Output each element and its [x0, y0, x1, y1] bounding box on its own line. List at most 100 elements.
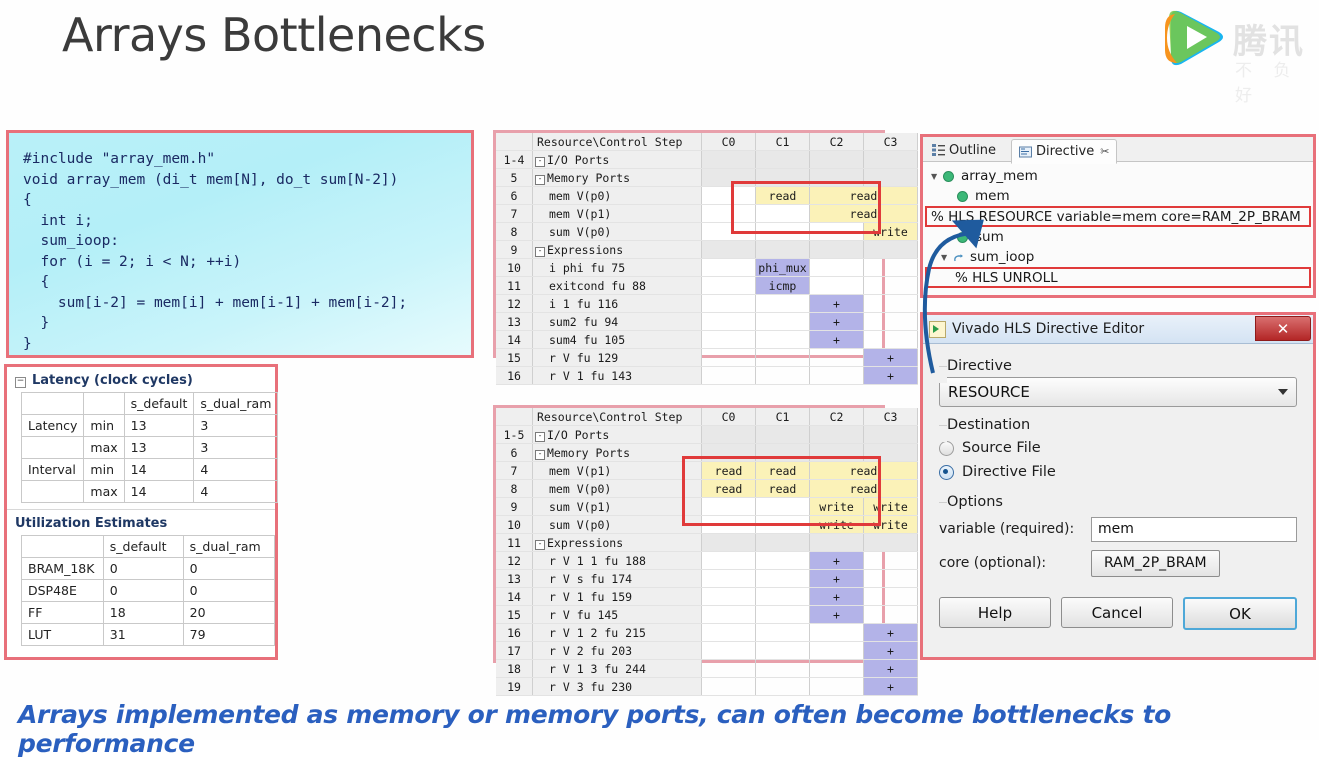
schedule-cell: phi_mux	[755, 258, 810, 277]
schedule-cell	[863, 443, 918, 462]
table-row[interactable]: 1-5- I/O Ports	[496, 425, 918, 444]
collapse-icon[interactable]: -	[535, 246, 545, 257]
table-row[interactable]: 19 r V 3 fu 230 +	[496, 677, 918, 696]
cell: max	[83, 436, 125, 459]
table-row[interactable]: 10 sum V(p0) write write	[496, 515, 918, 534]
collapse-icon[interactable]: -	[535, 449, 545, 460]
table-row[interactable]: 7 mem V(p1) read	[496, 204, 918, 223]
collapse-icon[interactable]: -	[535, 174, 545, 185]
schedule-cell: read	[755, 479, 810, 498]
schedule-table-2: Resource\Control Step C0 C1 C2 C3 1-5- I/O Por…	[496, 408, 918, 696]
schedule-cell	[755, 150, 810, 169]
schedule-cell: +	[809, 569, 864, 588]
table-row[interactable]: 11 exitcond fu 88 icmp	[496, 276, 918, 295]
row-number: 17	[496, 641, 533, 660]
table-row[interactable]: 16 r V 1 2 fu 215 +	[496, 623, 918, 642]
radio-directive-file[interactable]: Directive File	[939, 460, 1297, 484]
table-row[interactable]: 5- Memory Ports	[496, 168, 918, 187]
schedule-cell: read	[755, 186, 810, 205]
core-value-button[interactable]: RAM_2P_BRAM	[1091, 549, 1220, 577]
ok-button[interactable]: OK	[1183, 597, 1297, 630]
schedule-cell	[863, 330, 918, 349]
table-row[interactable]: 9- Expressions	[496, 240, 918, 259]
table-row[interactable]: 15 r V fu 145 +	[496, 605, 918, 624]
directive-select-value: RESOURCE	[948, 383, 1030, 401]
table-row[interactable]: 17 r V 2 fu 203 +	[496, 641, 918, 660]
close-button[interactable]: ✕	[1255, 316, 1311, 341]
schedule-cell	[701, 533, 756, 552]
latency-col-1	[83, 392, 125, 415]
chevron-down-icon[interactable]	[1278, 389, 1288, 395]
cell: 18	[102, 601, 184, 624]
table-row[interactable]: 6- Memory Ports	[496, 443, 918, 462]
schedule-cell	[755, 366, 810, 385]
slide-root: Arrays Bottlenecks 腾讯 不 负 好 #include "ar…	[0, 0, 1319, 758]
table-row: FF 18 20	[21, 601, 276, 624]
chevron-down-icon[interactable]: ▼	[941, 253, 953, 262]
resource-name: r V 1 fu 143	[532, 366, 702, 385]
schedule-cell	[809, 240, 864, 259]
directive-select[interactable]: RESOURCE	[939, 377, 1297, 407]
resource-name: sum V(p0)	[532, 515, 702, 534]
table-row[interactable]: 14 sum4 fu 105 +	[496, 330, 918, 349]
tree-item-variable-mem[interactable]: mem	[923, 186, 1313, 206]
util-col-0	[21, 535, 104, 558]
logo-tagline-text: 不 负 好	[1235, 61, 1299, 106]
row-number-header	[496, 408, 533, 426]
tab-outline-label: Outline	[949, 142, 997, 158]
row-number: 12	[496, 294, 533, 313]
collapse-icon[interactable]: -	[535, 431, 545, 442]
table-row[interactable]: 14 r V 1 fu 159 +	[496, 587, 918, 606]
collapse-icon[interactable]: -	[535, 539, 545, 550]
tree-item-directive-resource[interactable]: % HLS RESOURCE variable=mem core=RAM_2P_…	[925, 206, 1311, 227]
table-row[interactable]: 12 r V 1 1 fu 188 +	[496, 551, 918, 570]
latency-col-0	[20, 392, 85, 415]
table-row[interactable]: 8 mem V(p0) read read read	[496, 479, 918, 498]
directive-icon	[1019, 146, 1032, 158]
latency-section-header: − Latency (clock cycles)	[15, 373, 193, 388]
help-button[interactable]: Help	[939, 597, 1051, 628]
radio-label: Directive File	[962, 464, 1056, 480]
table-row[interactable]: 7 mem V(p1) read read read	[496, 461, 918, 480]
cell: 31	[102, 623, 184, 646]
row-number: 16	[496, 623, 533, 642]
cancel-button[interactable]: Cancel	[1061, 597, 1173, 628]
tencent-video-logo: 腾讯 不 负 好	[1161, 6, 1311, 106]
row-number: 18	[496, 659, 533, 678]
table-row[interactable]: 13 sum2 fu 94 +	[496, 312, 918, 331]
table-row[interactable]: 1-4- I/O Ports	[496, 150, 918, 169]
table-row[interactable]: 6 mem V(p0) read read	[496, 186, 918, 205]
resource-name: - Expressions	[532, 240, 702, 259]
row-number: 11	[496, 276, 533, 295]
tab-directive[interactable]: Directive ✂	[1011, 139, 1118, 164]
radio-source-file[interactable]: Source File	[939, 436, 1297, 460]
schedule-cell	[755, 240, 810, 259]
tree-item-directive-unroll[interactable]: % HLS UNROLL	[925, 267, 1311, 288]
table-row[interactable]: 15 r V fu 129 +	[496, 348, 918, 367]
radio-icon-selected[interactable]	[939, 464, 954, 480]
util-col-2: s_dual_ram	[182, 535, 276, 558]
chevron-down-icon[interactable]: ▼	[931, 172, 943, 181]
tab-outline[interactable]: Outline	[925, 139, 1003, 161]
table-row[interactable]: 16 r V 1 fu 143 +	[496, 366, 918, 385]
step-header-C2: C2	[809, 408, 864, 426]
panel-tabbar: Outline Directive ✂	[923, 137, 1313, 164]
source-code-panel: #include "array_mem.h" void array_mem (d…	[6, 130, 474, 358]
table-row[interactable]: 18 r V 1 3 fu 244 +	[496, 659, 918, 678]
table-row: Latency min 13 3	[20, 414, 279, 437]
table-row[interactable]: 12 i 1 fu 116 +	[496, 294, 918, 313]
table-row[interactable]: 9 sum V(p1) write write	[496, 497, 918, 516]
radio-icon[interactable]	[939, 440, 954, 456]
table-row[interactable]: 11- Expressions	[496, 533, 918, 552]
tree-item-loop[interactable]: ▼ sum_ioop	[923, 247, 1313, 267]
tree-item-variable-sum[interactable]: sum	[923, 227, 1313, 247]
collapse-icon[interactable]: −	[15, 377, 26, 388]
collapse-icon[interactable]: -	[535, 156, 545, 167]
table-row[interactable]: 13 r V s fu 174 +	[496, 569, 918, 588]
table-row[interactable]: 8 sum V(p0) write	[496, 222, 918, 241]
cell: min	[83, 458, 125, 481]
table-row[interactable]: 10 i phi fu 75 phi_mux	[496, 258, 918, 277]
close-icon[interactable]: ✂	[1100, 145, 1109, 158]
variable-input[interactable]: mem	[1091, 516, 1297, 542]
tree-item-function[interactable]: ▼ array_mem	[923, 166, 1313, 186]
